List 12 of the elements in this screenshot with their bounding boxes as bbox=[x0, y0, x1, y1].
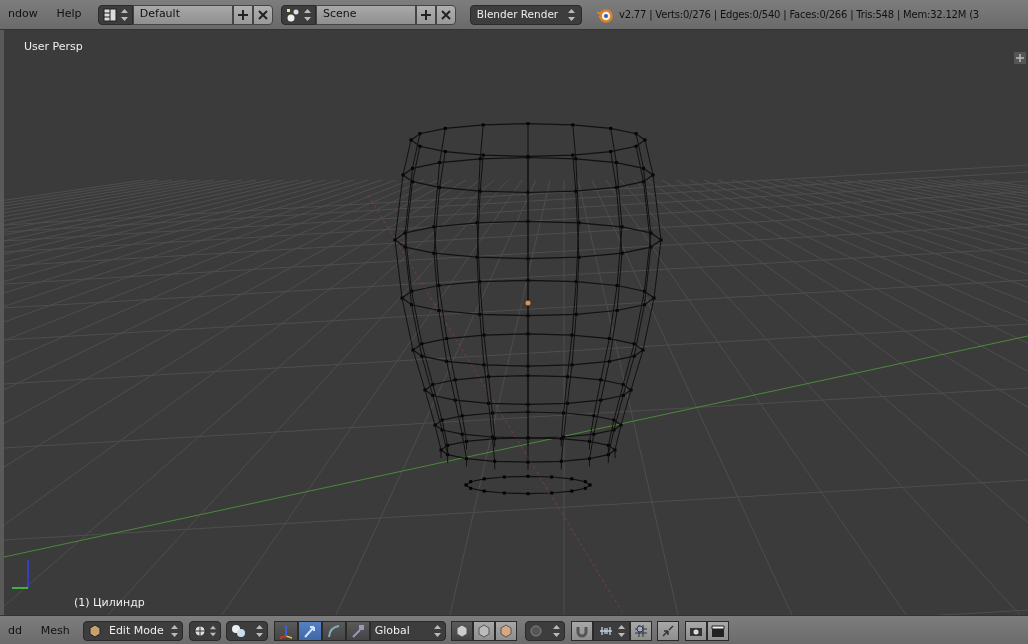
name-field[interactable]: Default bbox=[132, 4, 233, 25]
name-field[interactable]: Scene bbox=[316, 4, 416, 25]
menu-item[interactable]: Help bbox=[48, 6, 90, 23]
scene-statistics: v2.77 | Verts:0/276 | Edges:0/540 | Faces:0/266 | Tris:548 | Mem:32.12M (3 bbox=[619, 8, 980, 22]
menu-item[interactable]: dd bbox=[0, 622, 30, 640]
render-engine-dropdown[interactable]: Blender Render bbox=[469, 4, 582, 25]
menu-item[interactable]: ndow bbox=[0, 6, 46, 23]
mode-dropdown[interactable]: Edit Mode bbox=[83, 621, 184, 641]
menu-item[interactable]: Mesh bbox=[32, 622, 78, 640]
view-label: User Persp bbox=[24, 39, 83, 55]
object-name-label: (1) Цилиндр bbox=[74, 595, 145, 611]
orientation-dropdown[interactable]: Global bbox=[369, 621, 446, 641]
